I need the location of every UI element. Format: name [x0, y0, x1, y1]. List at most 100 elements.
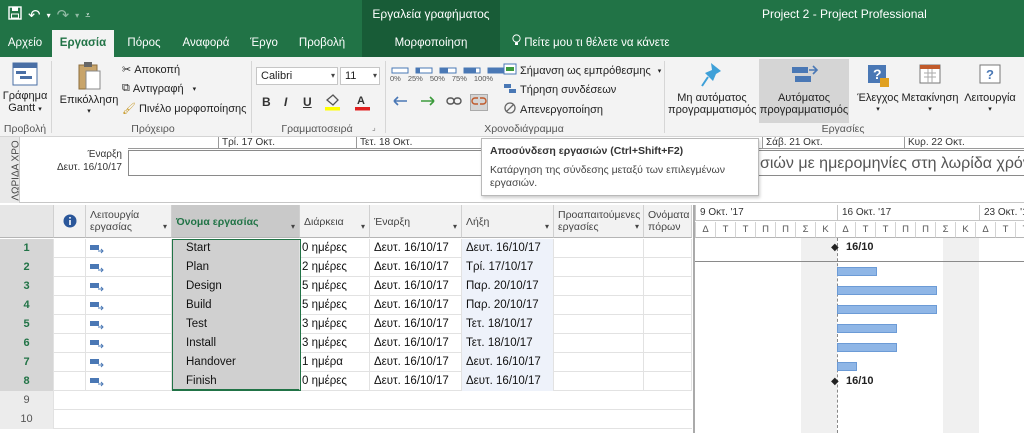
resources-cell[interactable]	[644, 315, 692, 334]
select-all-corner[interactable]	[0, 205, 54, 238]
customize-qat-icon[interactable]: ⩡	[85, 10, 90, 21]
table-row[interactable]: 1 Start 0 ημέρες Δευτ. 16/10/17 Δευτ. 16…	[0, 239, 692, 258]
inactivate-button[interactable]: Απενεργοποίηση	[503, 102, 603, 117]
tab-task[interactable]: Εργασία	[52, 30, 114, 57]
table-row[interactable]: 10	[0, 410, 692, 429]
task-mode-cell[interactable]	[86, 334, 172, 353]
start-cell[interactable]: Δευτ. 16/10/17	[370, 258, 462, 277]
duration-cell[interactable]: 2 ημέρες	[300, 258, 370, 277]
move-button[interactable]: Μετακίνηση ▾	[900, 61, 960, 116]
predecessors-cell[interactable]	[554, 334, 644, 353]
gantt-bar[interactable]	[837, 362, 857, 371]
inspect-button[interactable]: ? Έλεγχος ▾	[854, 61, 902, 116]
gantt-chart-button[interactable]: Γράφημα Gantt ▾	[2, 61, 48, 116]
chevron-down-icon[interactable]: ▾	[291, 221, 295, 233]
font-dialog-launcher-icon[interactable]: ⌟	[372, 123, 376, 132]
mark-on-track-button[interactable]: Σήμανση ως εμπρόθεσμης ▾	[503, 63, 661, 78]
finish-cell[interactable]: Παρ. 20/10/17	[462, 296, 554, 315]
resources-column-header[interactable]: Ονόματα πόρων	[644, 205, 692, 238]
start-cell[interactable]: Δευτ. 16/10/17	[370, 334, 462, 353]
gantt-bar[interactable]	[837, 343, 897, 352]
tab-project[interactable]: Έργο	[242, 30, 286, 57]
duration-cell[interactable]: 5 ημέρες	[300, 277, 370, 296]
task-mode-cell[interactable]	[86, 239, 172, 258]
gantt-bar[interactable]	[837, 324, 897, 333]
predecessors-cell[interactable]	[554, 315, 644, 334]
resources-cell[interactable]	[644, 239, 692, 258]
chevron-down-icon[interactable]: ▾	[163, 221, 167, 233]
task-mode-cell[interactable]	[86, 296, 172, 315]
task-name-cell[interactable]: Handover	[172, 353, 300, 372]
duration-cell[interactable]: 3 ημέρες	[300, 334, 370, 353]
font-size-select[interactable]: 11 ▾	[340, 67, 380, 85]
start-cell[interactable]: Δευτ. 16/10/17	[370, 353, 462, 372]
redo-icon[interactable]: ↷	[57, 6, 70, 24]
start-cell[interactable]: Δευτ. 16/10/17	[370, 239, 462, 258]
resources-cell[interactable]	[644, 372, 692, 391]
row-number[interactable]: 1	[0, 239, 54, 258]
link-tasks-icon[interactable]	[446, 95, 462, 110]
tab-resource[interactable]: Πόρος	[118, 30, 170, 57]
task-mode-cell[interactable]	[86, 315, 172, 334]
predecessors-cell[interactable]	[554, 277, 644, 296]
mode-column-header[interactable]: Λειτουργία εργασίας ▾	[86, 205, 172, 238]
duration-cell[interactable]: 0 ημέρες	[300, 239, 370, 258]
start-cell[interactable]: Δευτ. 16/10/17	[370, 296, 462, 315]
row-number[interactable]: 9	[0, 391, 54, 410]
table-row[interactable]: 9	[0, 391, 692, 410]
undo-icon[interactable]: ↶	[28, 6, 41, 24]
task-name-cell[interactable]: Build	[172, 296, 300, 315]
tab-format[interactable]: Μορφοποίηση	[362, 30, 500, 57]
copy-button[interactable]: ⧉ Αντιγραφή ▾	[122, 82, 196, 95]
manually-schedule-button[interactable]: Μη αυτόματος προγραμματισμός	[668, 61, 756, 116]
task-name-cell[interactable]: Test	[172, 315, 300, 334]
task-name-cell[interactable]: Plan	[172, 258, 300, 277]
gantt-bar[interactable]	[837, 305, 937, 314]
task-name-cell[interactable]: Design	[172, 277, 300, 296]
cut-button[interactable]: ✂ Αποκοπή	[122, 63, 180, 77]
duration-cell[interactable]: 5 ημέρες	[300, 296, 370, 315]
resources-cell[interactable]	[644, 296, 692, 315]
start-column-header[interactable]: Έναρξη ▾	[370, 205, 462, 238]
finish-cell[interactable]: Τρί. 17/10/17	[462, 258, 554, 277]
mode-button[interactable]: ? Λειτουργία ▾	[960, 61, 1020, 116]
predecessors-cell[interactable]	[554, 353, 644, 372]
bold-button[interactable]: B	[262, 95, 271, 109]
finish-cell[interactable]: Τετ. 18/10/17	[462, 334, 554, 353]
start-cell[interactable]: Δευτ. 16/10/17	[370, 372, 462, 391]
tab-file[interactable]: Αρχείο	[0, 30, 50, 57]
highlight-color-button[interactable]	[324, 93, 344, 114]
respect-links-button[interactable]: Τήρηση συνδέσεων	[503, 82, 616, 97]
unlink-tasks-icon[interactable]	[470, 94, 488, 111]
duration-cell[interactable]: 3 ημέρες	[300, 315, 370, 334]
finish-column-header[interactable]: Λήξη ▾	[462, 205, 554, 238]
tab-report[interactable]: Αναφορά	[176, 30, 236, 57]
row-number[interactable]: 8	[0, 372, 54, 391]
finish-cell[interactable]: Παρ. 20/10/17	[462, 277, 554, 296]
tell-me-box[interactable]: Πείτε μου τι θέλετε να κάνετε	[512, 30, 670, 57]
move-down-icon[interactable]	[419, 95, 437, 110]
row-number[interactable]: 6	[0, 334, 54, 353]
timeline-side-tab[interactable]: ΛΩΡΙΔΑ ΧΡΟ	[0, 137, 22, 203]
predecessors-cell[interactable]	[554, 296, 644, 315]
tab-view[interactable]: Προβολή	[292, 30, 352, 57]
row-number[interactable]: 2	[0, 258, 54, 277]
task-mode-cell[interactable]	[86, 372, 172, 391]
font-color-button[interactable]: A	[354, 93, 374, 114]
table-row[interactable]: 4 Build 5 ημέρες Δευτ. 16/10/17 Παρ. 20/…	[0, 296, 692, 315]
duration-column-header[interactable]: Διάρκεια ▾	[300, 205, 370, 238]
table-row[interactable]: 6 Install 3 ημέρες Δευτ. 16/10/17 Τετ. 1…	[0, 334, 692, 353]
start-cell[interactable]: Δευτ. 16/10/17	[370, 315, 462, 334]
finish-cell[interactable]: Δευτ. 16/10/17	[462, 372, 554, 391]
resources-cell[interactable]	[644, 258, 692, 277]
table-row[interactable]: 7 Handover 1 ημέρα Δευτ. 16/10/17 Δευτ. …	[0, 353, 692, 372]
gantt-bar[interactable]	[837, 267, 877, 276]
table-row[interactable]: 5 Test 3 ημέρες Δευτ. 16/10/17 Τετ. 18/1…	[0, 315, 692, 334]
predecessors-cell[interactable]	[554, 258, 644, 277]
italic-button[interactable]: I	[284, 95, 287, 109]
auto-schedule-button[interactable]: Αυτόματος προγραμματισμός	[759, 61, 849, 116]
start-cell[interactable]: Δευτ. 16/10/17	[370, 277, 462, 296]
task-name-cell[interactable]: Finish	[172, 372, 300, 391]
duration-cell[interactable]: 1 ημέρα	[300, 353, 370, 372]
redo-dropdown-icon[interactable]: ▾	[75, 11, 79, 20]
